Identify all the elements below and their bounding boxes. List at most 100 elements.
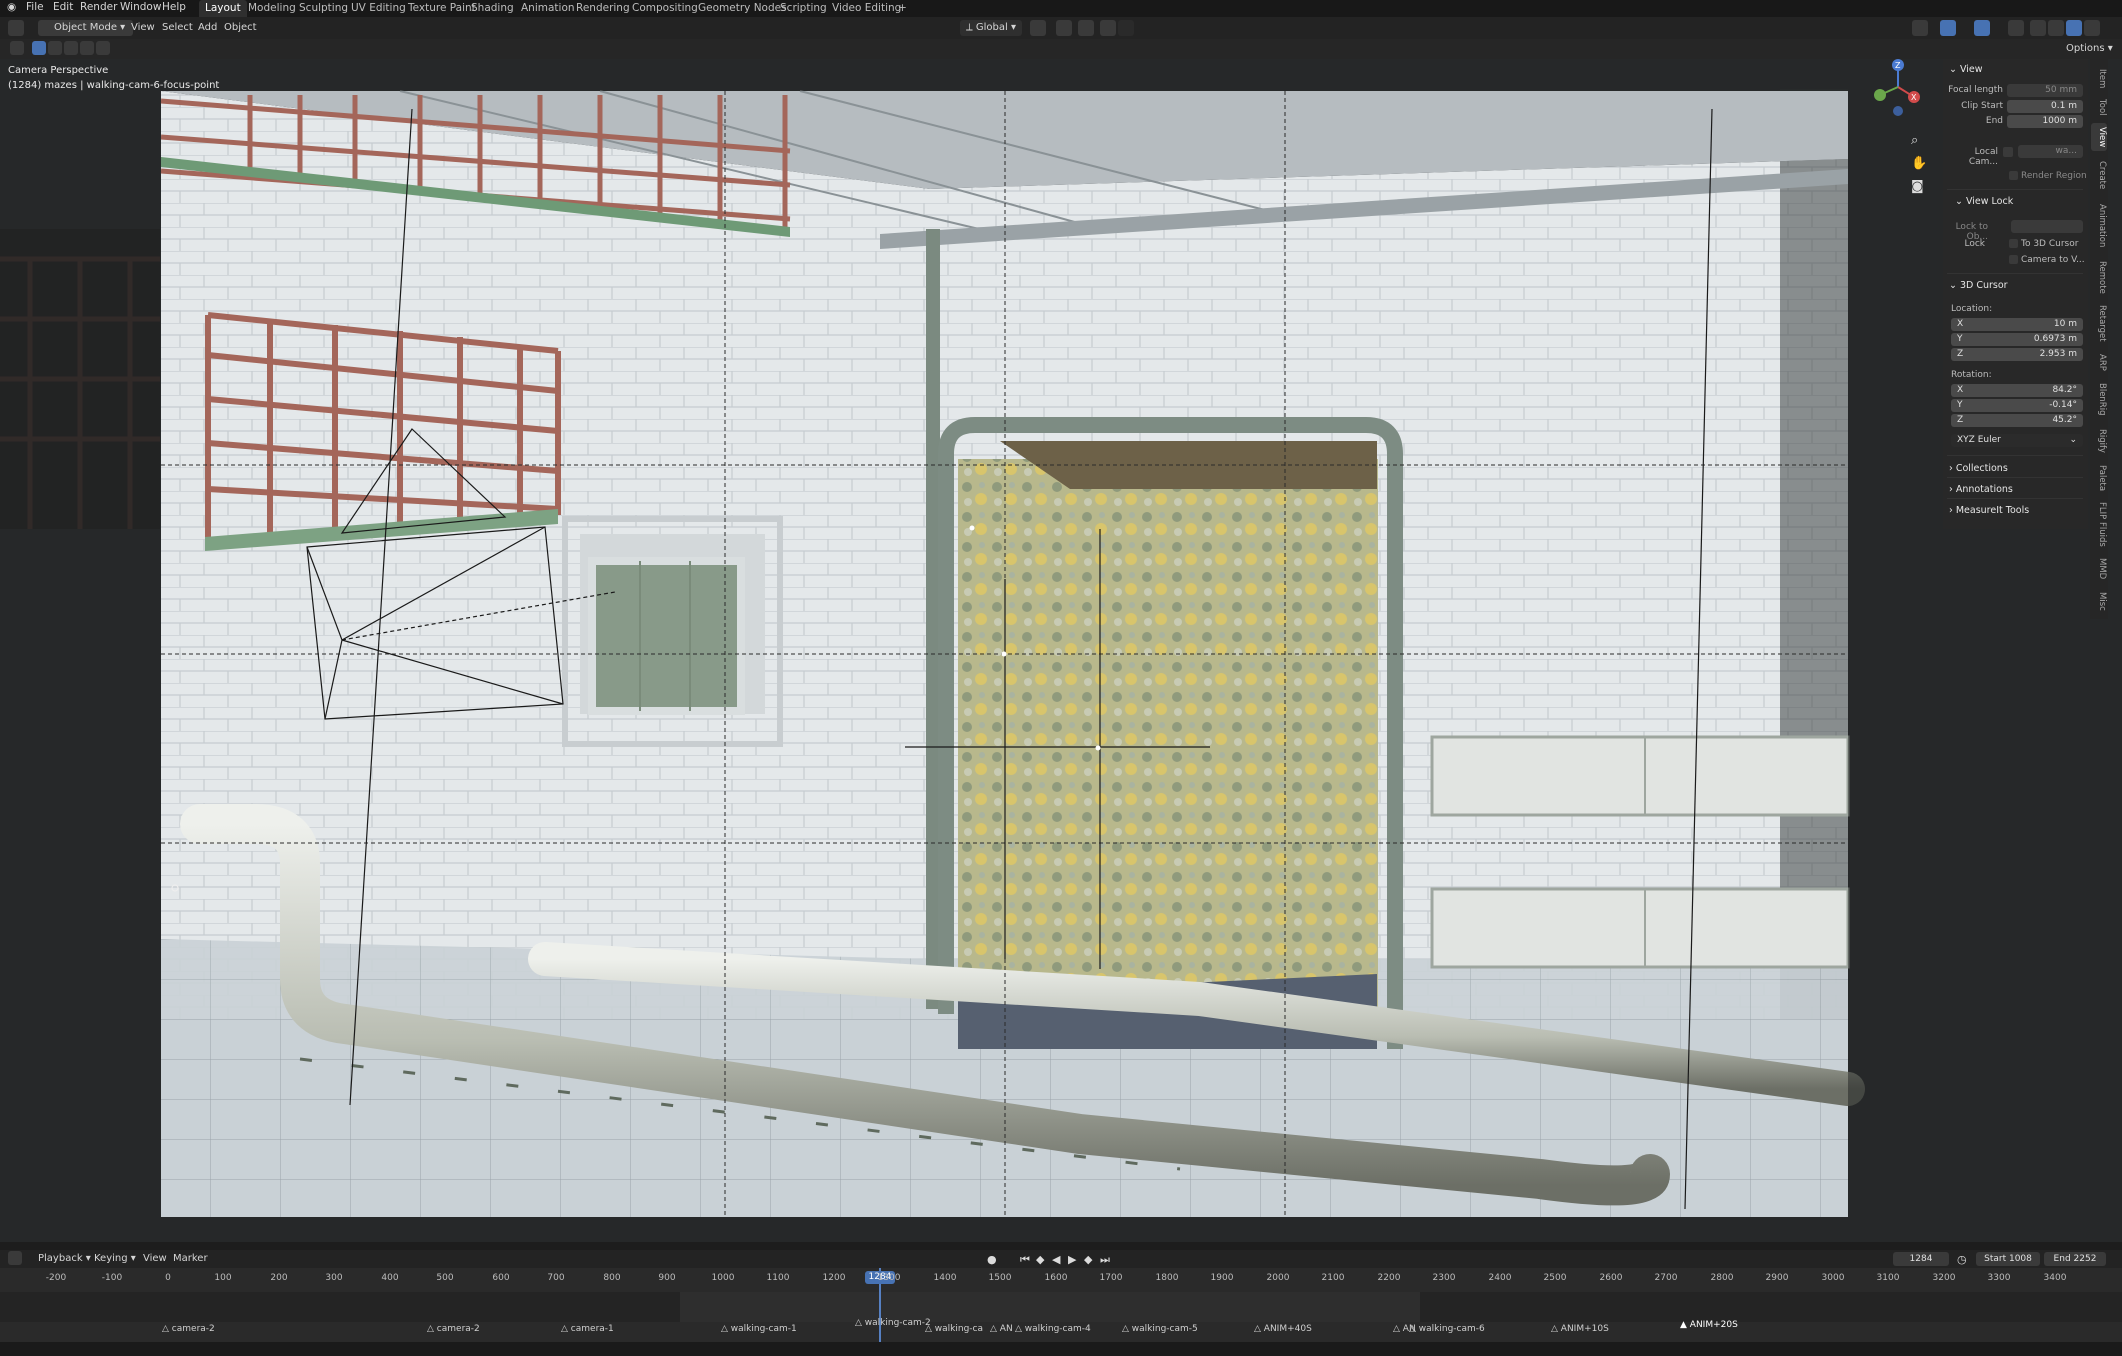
pivot-icon[interactable]	[1030, 20, 1046, 36]
camera-view-icon[interactable]: ◙	[1911, 179, 1924, 194]
timeline-view-menu[interactable]: View	[143, 1251, 167, 1267]
vtab-arp[interactable]: ARP	[2091, 349, 2107, 375]
zoom-icon[interactable]: ⌕	[1911, 133, 1918, 148]
vtab-mmd[interactable]: MMD	[2091, 555, 2107, 583]
shading-material-icon[interactable]	[2066, 20, 2082, 36]
proportional-edit-icon[interactable]	[1100, 20, 1116, 36]
menu-help[interactable]: Help	[162, 1, 186, 13]
cursor-rotation-z[interactable]: Z 45.2°	[1951, 414, 2083, 427]
start-frame-field[interactable]: Start 1008	[1976, 1252, 2040, 1266]
menu-file[interactable]: File	[26, 1, 44, 13]
mode-dropdown[interactable]: Object Mode ▾	[38, 20, 134, 36]
timeline-marker[interactable]: △ walking-ca	[925, 1324, 983, 1334]
vtab-blenrig[interactable]: BlenRig	[2091, 379, 2107, 419]
vtab-retarget[interactable]: Retarget	[2091, 301, 2107, 345]
vtab-tool[interactable]: Tool	[2091, 95, 2107, 119]
view-section-header[interactable]: ⌄ View	[1949, 64, 1983, 75]
menu-edit[interactable]: Edit	[53, 1, 73, 13]
tab-layout[interactable]: Layout	[199, 0, 247, 17]
timeline-marker[interactable]: △ camera-2	[427, 1324, 480, 1334]
vtab-remote[interactable]: Remote	[2091, 257, 2107, 297]
play-icon[interactable]: ▶	[1068, 1253, 1076, 1266]
snap-icon[interactable]	[1056, 20, 1072, 36]
tab-scripting[interactable]: Scripting	[774, 0, 833, 17]
tool-settings-icon[interactable]	[10, 41, 24, 55]
keying-menu[interactable]: Keying ▾	[94, 1251, 136, 1267]
prev-keyframe-icon[interactable]: ◆	[1036, 1253, 1044, 1266]
collections-header[interactable]: › Collections	[1949, 463, 2008, 474]
local-camera-checkbox[interactable]	[2003, 147, 2013, 157]
menu-window[interactable]: Window	[120, 1, 161, 13]
menu-render[interactable]: Render	[80, 1, 117, 13]
lock-to-object-field[interactable]	[2011, 220, 2083, 233]
select-invert-icon[interactable]	[80, 41, 94, 55]
cursor-rotation-x[interactable]: X 84.2°	[1951, 384, 2083, 397]
view-menu[interactable]: View	[131, 20, 155, 36]
clip-end-field[interactable]: 1000 m	[2007, 115, 2083, 128]
vtab-view[interactable]: View	[2091, 123, 2107, 151]
shading-solid-icon[interactable]	[2048, 20, 2064, 36]
options-dropdown[interactable]: Options ▾	[2060, 41, 2119, 57]
focal-length-field[interactable]: 50 mm	[2007, 84, 2083, 97]
timeline-marker[interactable]: △ walking-cam-1	[721, 1324, 797, 1334]
record-icon[interactable]: ●	[987, 1253, 997, 1266]
cursor-rotation-y[interactable]: Y -0.14°	[1951, 399, 2083, 412]
cursor-location-x[interactable]: X 10 m	[1951, 318, 2083, 331]
rotation-mode-dropdown[interactable]: XYZ Euler ⌄	[1951, 434, 2083, 447]
measureit-header[interactable]: › MeasureIt Tools	[1949, 505, 2029, 516]
vtab-rigify[interactable]: Rigify	[2091, 423, 2107, 459]
object-menu[interactable]: Object	[224, 20, 257, 36]
cursor-location-z[interactable]: Z 2.953 m	[1951, 348, 2083, 361]
vtab-flip-fluids[interactable]: FLIP Fluids	[2091, 497, 2107, 551]
add-workspace-button[interactable]: +	[892, 0, 913, 17]
current-frame-field[interactable]: 1284	[1893, 1252, 1949, 1266]
3d-viewport[interactable]: Camera Perspective (1284) mazes | walkin…	[0, 59, 2122, 1242]
pan-hand-icon[interactable]: ✋	[1911, 156, 1927, 171]
next-keyframe-icon[interactable]: ◆	[1084, 1253, 1092, 1266]
play-reverse-icon[interactable]: ◀	[1052, 1253, 1060, 1266]
view-lock-header[interactable]: ⌄ View Lock	[1955, 196, 2013, 207]
select-extend-icon[interactable]	[48, 41, 62, 55]
timeline-editor-icon[interactable]	[8, 1251, 22, 1265]
end-frame-field[interactable]: End 2252	[2044, 1252, 2106, 1266]
select-subtract-icon[interactable]	[64, 41, 78, 55]
timeline-marker[interactable]: △ camera-2	[162, 1324, 215, 1334]
local-camera-field[interactable]: wa...	[2018, 145, 2083, 158]
add-menu[interactable]: Add	[198, 20, 217, 36]
lock-to-cursor-checkbox[interactable]	[2009, 239, 2018, 248]
overlay-toggle-icon[interactable]	[1974, 20, 1990, 36]
blender-logo-icon[interactable]: ◉	[7, 1, 16, 13]
shading-wireframe-icon[interactable]	[2030, 20, 2046, 36]
annotations-header[interactable]: › Annotations	[1949, 484, 2013, 495]
timeline-marker[interactable]: △ AN	[990, 1324, 1013, 1334]
jump-end-icon[interactable]: ⏭	[1100, 1253, 1110, 1267]
clock-icon[interactable]: ◷	[1957, 1253, 1967, 1266]
timeline-marker-selected[interactable]: ▲ ANIM+20S	[1680, 1320, 1738, 1330]
vtab-item[interactable]: Item	[2091, 67, 2107, 91]
transform-orientation-dropdown[interactable]: ⟂ Global ▾	[960, 20, 1022, 36]
editor-type-icon[interactable]	[8, 20, 24, 36]
camera-to-view-checkbox[interactable]	[2009, 255, 2018, 264]
timeline-marker[interactable]: △ walking-cam-6	[1409, 1324, 1485, 1334]
shading-rendered-icon[interactable]	[2084, 20, 2100, 36]
clip-start-field[interactable]: 0.1 m	[2007, 100, 2083, 113]
visibility-icon[interactable]	[1912, 20, 1928, 36]
xray-icon[interactable]	[2008, 20, 2024, 36]
select-box-icon[interactable]	[32, 41, 46, 55]
vtab-paleta[interactable]: Paleta	[2091, 463, 2107, 493]
tab-shading[interactable]: Shading	[465, 0, 520, 17]
timeline-marker[interactable]: △ camera-1	[561, 1324, 614, 1334]
vtab-misc[interactable]: Misc	[2091, 587, 2107, 615]
gizmo-toggle-icon[interactable]	[1940, 20, 1956, 36]
marker-menu[interactable]: Marker	[173, 1251, 208, 1267]
vtab-create[interactable]: Create	[2091, 155, 2107, 195]
select-menu[interactable]: Select	[162, 20, 193, 36]
vtab-animation[interactable]: Animation	[2091, 199, 2107, 253]
timeline-marker[interactable]: △ walking-cam-4	[1015, 1324, 1091, 1334]
navigation-gizmo[interactable]: Z X	[1862, 59, 1942, 199]
timeline-marker[interactable]: △ ANIM+40S	[1254, 1324, 1312, 1334]
jump-start-icon[interactable]: ⏮	[1020, 1253, 1030, 1267]
timeline-marker[interactable]: △ walking-cam-5	[1122, 1324, 1198, 1334]
falloff-icon[interactable]	[1118, 20, 1134, 36]
playback-menu[interactable]: Playback ▾	[38, 1251, 91, 1267]
